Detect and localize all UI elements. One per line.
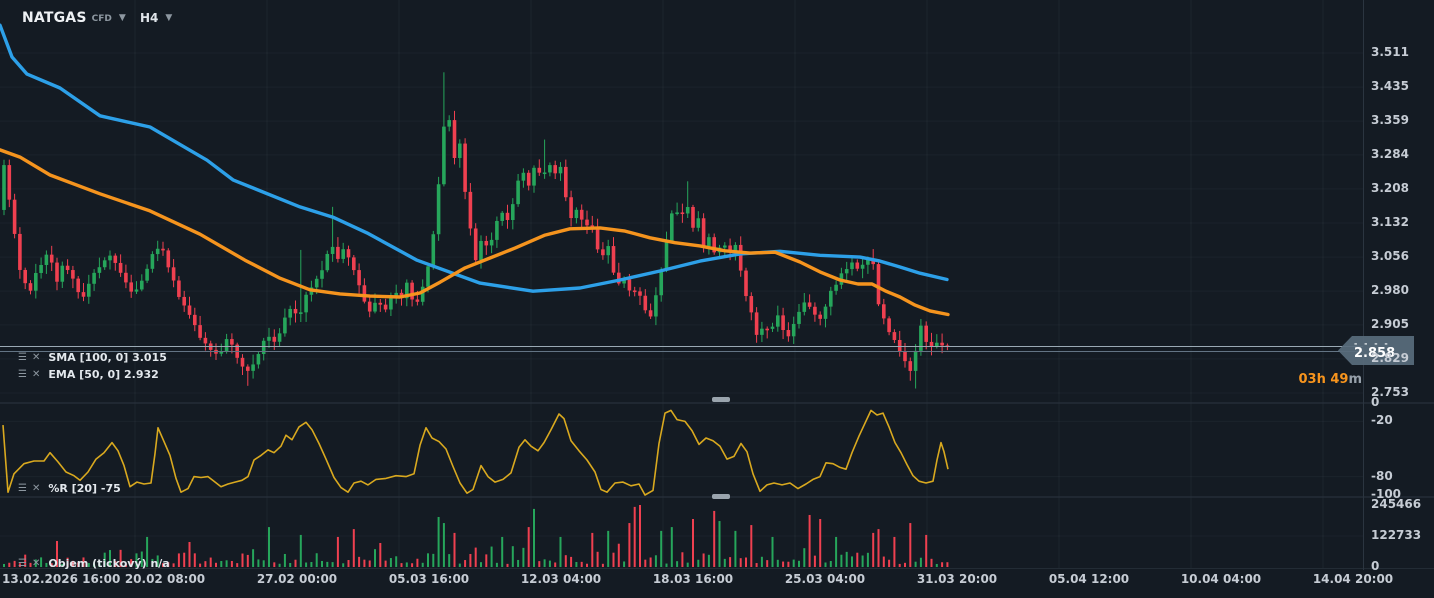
time-axis-label: 27.02 00:00 [257,572,337,586]
oscillator-axis-label: 0 [1371,395,1379,409]
chart-canvas[interactable] [0,0,1434,598]
indicator-settings-icon[interactable]: ☰ [18,484,27,494]
chevron-down-icon: ▼ [119,13,126,23]
time-axis-label: 25.03 04:00 [785,572,865,586]
price-axis-label: 3.208 [1371,181,1409,195]
indicator-label: SMA [100, 0] 3.015 [48,351,167,364]
price-axis-label: 3.056 [1371,249,1409,263]
indicator-remove-icon[interactable]: ✕ [32,484,40,494]
indicator-label: Objem (tickový) n/a [48,557,169,570]
price-axis-label: 2.905 [1371,317,1409,331]
volume-axis-label: 0 [1371,559,1379,573]
trading-chart-window: NATGAS CFD ▼ H4 ▼ ☰ ✕ SMA [100, 0] 3.015… [0,0,1434,598]
time-axis-label: 12.03 04:00 [521,572,601,586]
indicator-label: %R [20] -75 [48,482,120,495]
grid-lines [0,0,1363,568]
moving-average-lines [0,25,948,314]
indicator-settings-icon[interactable]: ☰ [18,559,27,569]
indicator-remove-icon[interactable]: ✕ [32,370,40,380]
time-axis-label: 20.02 08:00 [125,572,205,586]
indicator-row-sma[interactable]: ☰ ✕ SMA [100, 0] 3.015 [18,350,167,365]
time-axis-label: 13.02.2026 16:00 [2,572,120,586]
time-axis-label: 31.03 20:00 [917,572,997,586]
time-axis-label: 18.03 16:00 [653,572,733,586]
chart-overlays [0,0,1434,570]
price-axis-label: 2.980 [1371,283,1409,297]
time-axis-label: 10.04 04:00 [1181,572,1261,586]
indicator-remove-icon[interactable]: ✕ [32,353,40,363]
indicator-label: EMA [50, 0] 2.932 [48,368,158,381]
williams-r-line [3,410,948,495]
candle-countdown: 03h 49m [1266,372,1362,387]
candlestick-series [2,72,949,388]
time-axis-label: 05.03 16:00 [389,572,469,586]
price-axis-label: 3.359 [1371,113,1409,127]
countdown-suffix: m [1348,372,1362,387]
time-axis-label: 05.04 12:00 [1049,572,1129,586]
indicator-row-ema[interactable]: ☰ ✕ EMA [50, 0] 2.932 [18,367,159,382]
oscillator-axis-label: -80 [1371,469,1393,483]
volume-axis-label: 122733 [1371,528,1421,542]
symbol-selector[interactable]: NATGAS CFD ▼ [22,8,126,28]
volume-axis-label: 245466 [1371,497,1421,511]
indicator-settings-icon[interactable]: ☰ [18,353,27,363]
indicator-row-volume[interactable]: ☰ ✕ Objem (tickový) n/a [18,556,170,571]
symbol-type-badge: CFD [92,14,112,24]
price-axis-label: 3.435 [1371,79,1409,93]
oscillator-axis-label: -20 [1371,413,1393,427]
countdown-value: 03h 49 [1298,372,1348,387]
timeframe-label: H4 [140,11,158,25]
symbol-name: NATGAS [22,10,87,26]
price-axis-label: 3.511 [1371,45,1409,59]
indicator-row-williams-r[interactable]: ☰ ✕ %R [20] -75 [18,481,121,496]
indicator-remove-icon[interactable]: ✕ [32,559,40,569]
chevron-down-icon: ▼ [165,13,172,23]
timeframe-selector[interactable]: H4 ▼ [140,8,172,28]
price-axis-label: 3.284 [1371,147,1409,161]
indicator-settings-icon[interactable]: ☰ [18,370,27,380]
price-axis-label: 2.829 [1371,351,1409,365]
time-axis-label: 14.04 20:00 [1313,572,1393,586]
price-axis-label: 3.132 [1371,215,1409,229]
